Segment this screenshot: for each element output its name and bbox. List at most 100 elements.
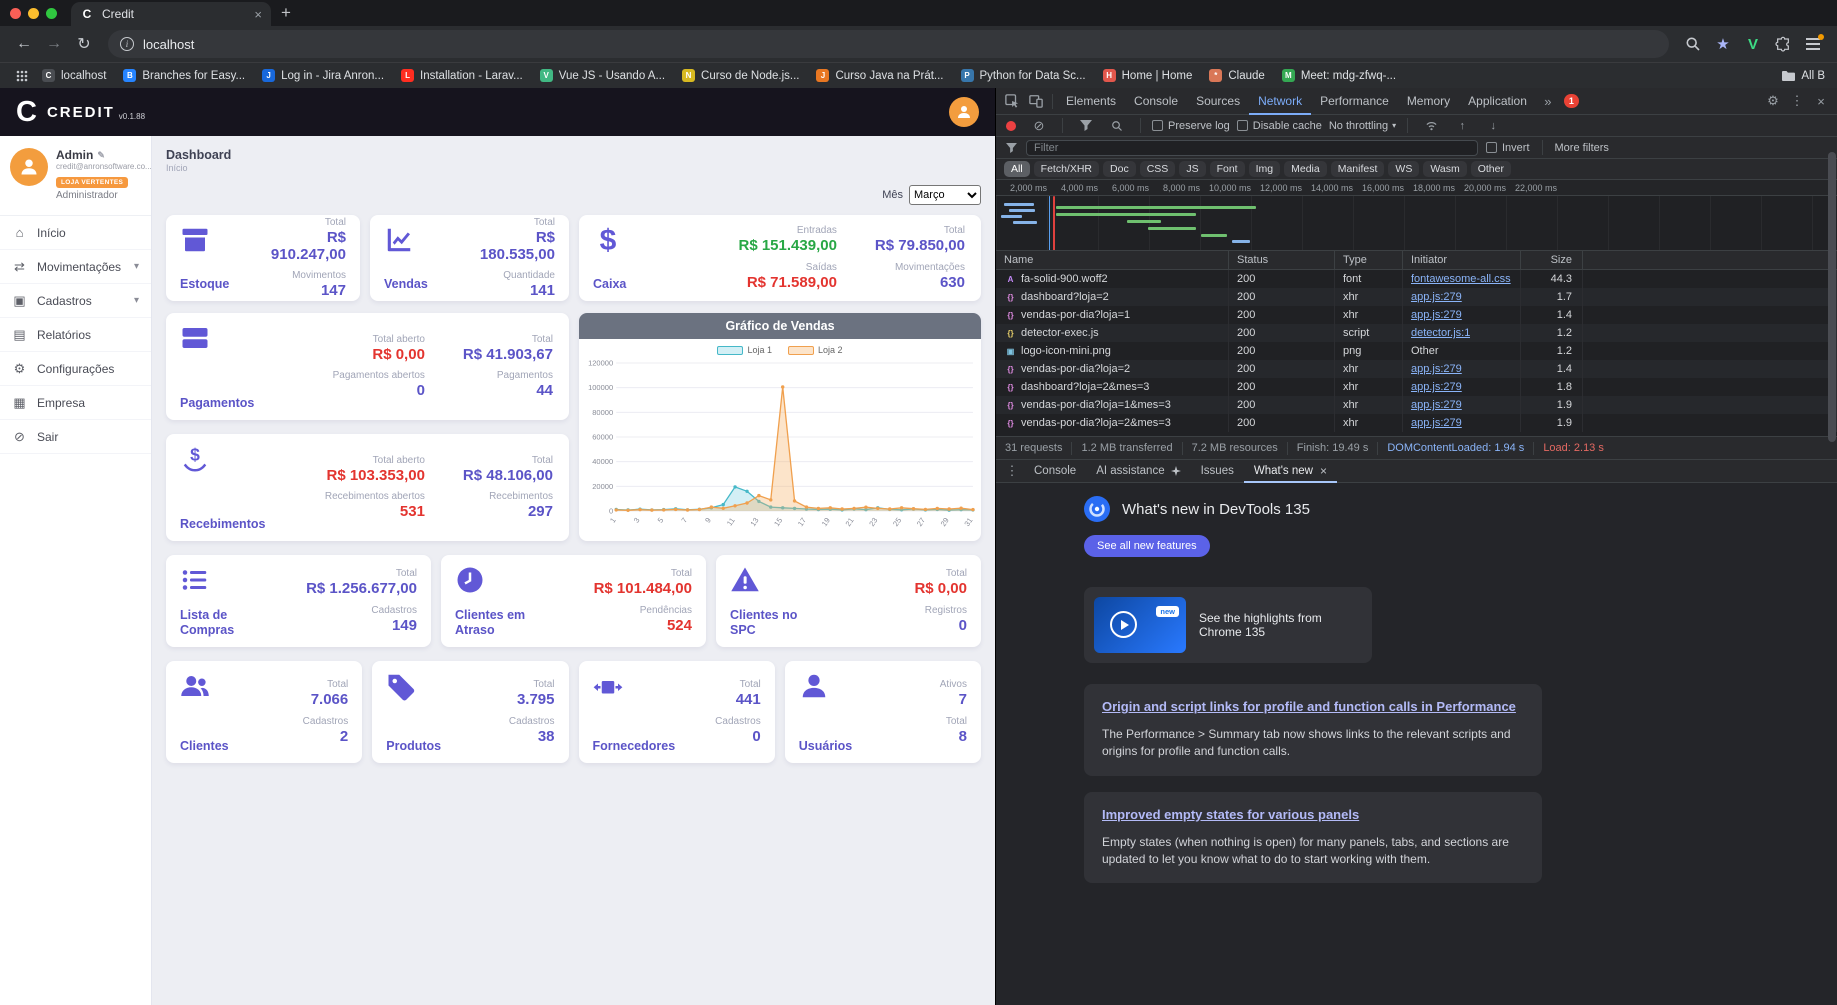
- extensions-puzzle-icon[interactable]: [1769, 30, 1797, 58]
- drawer-tab-console[interactable]: Console: [1024, 459, 1086, 483]
- bookmark-item[interactable]: J Curso Java na Prát...: [816, 69, 944, 82]
- new-tab-button[interactable]: +: [281, 3, 291, 23]
- initiator-link[interactable]: app.js:279: [1411, 381, 1462, 393]
- network-filter-chip[interactable]: Doc: [1103, 161, 1136, 177]
- sidebar-item-relatorios[interactable]: ▤ Relatórios: [0, 318, 151, 352]
- network-request-row[interactable]: {} detector-exec.js 200 script detector.js:1…: [996, 324, 1837, 342]
- devtools-tab-console[interactable]: Console: [1125, 88, 1187, 115]
- scrollbar-thumb[interactable]: [1828, 152, 1836, 442]
- window-close-button[interactable]: [10, 7, 21, 19]
- device-toolbar-icon[interactable]: [1024, 90, 1048, 112]
- devtools-tab-elements[interactable]: Elements: [1057, 88, 1125, 115]
- all-bookmarks-button[interactable]: All B: [1781, 70, 1825, 82]
- bookmark-star-icon[interactable]: ★: [1709, 30, 1737, 58]
- sidebar-item-configuracoes[interactable]: ⚙ Configurações: [0, 352, 151, 386]
- network-column-header[interactable]: Size: [1521, 251, 1583, 269]
- network-request-row[interactable]: {} vendas-por-dia?loja=2 200 xhr app.js:279 1…: [996, 360, 1837, 378]
- browser-tab[interactable]: C Credit ×: [71, 2, 271, 26]
- initiator-link[interactable]: fontawesome-all.css: [1411, 273, 1511, 285]
- network-column-header[interactable]: Type: [1335, 251, 1403, 269]
- site-info-icon[interactable]: i: [120, 37, 134, 51]
- import-har-icon[interactable]: ↑: [1450, 115, 1474, 137]
- network-filter-chip[interactable]: Other: [1470, 161, 1511, 177]
- article-heading-link[interactable]: Improved empty states for various panels: [1102, 807, 1524, 824]
- sidebar-item-cadastros[interactable]: ▣ Cadastros ▾: [0, 284, 151, 318]
- inspect-element-icon[interactable]: [1000, 90, 1024, 112]
- chrome-highlights-card[interactable]: new See the highlights from Chrome 135: [1084, 587, 1372, 663]
- drawer-tab-issues[interactable]: Issues: [1191, 459, 1244, 483]
- initiator-link[interactable]: detector.js:1: [1411, 327, 1470, 339]
- month-select[interactable]: Março: [909, 185, 981, 205]
- bookmark-item[interactable]: N Curso de Node.js...: [682, 69, 799, 82]
- initiator-link[interactable]: app.js:279: [1411, 309, 1462, 321]
- sidebar-item-empresa[interactable]: ▦ Empresa: [0, 386, 151, 420]
- network-overview[interactable]: [996, 196, 1837, 251]
- reload-button[interactable]: ↻: [70, 30, 98, 58]
- forward-button[interactable]: →: [40, 30, 68, 58]
- network-conditions-icon[interactable]: [1419, 115, 1443, 137]
- bookmark-item[interactable]: V Vue JS - Usando A...: [539, 69, 665, 82]
- more-tabs-icon[interactable]: »: [1536, 90, 1560, 112]
- network-request-row[interactable]: {} dashboard?loja=2 200 xhr app.js:279 1.7: [996, 288, 1837, 306]
- initiator-link[interactable]: app.js:279: [1411, 417, 1462, 429]
- header-user-avatar[interactable]: [949, 97, 979, 127]
- zoom-icon[interactable]: [1679, 30, 1707, 58]
- drawer-tab-ai-assistance[interactable]: AI assistance: [1086, 459, 1190, 483]
- filter-funnel-icon[interactable]: [1074, 115, 1098, 137]
- window-minimize-button[interactable]: [28, 7, 39, 19]
- bookmark-item[interactable]: B Branches for Easy...: [123, 69, 245, 82]
- initiator-link[interactable]: app.js:279: [1411, 291, 1462, 303]
- devtools-tab-network[interactable]: Network: [1249, 88, 1311, 115]
- network-filter-chip[interactable]: All: [1004, 161, 1030, 177]
- preserve-log-checkbox[interactable]: Preserve log: [1152, 120, 1230, 132]
- network-filter-chip[interactable]: Media: [1284, 161, 1327, 177]
- network-filter-input[interactable]: [1026, 139, 1478, 156]
- network-filter-chip[interactable]: WS: [1388, 161, 1420, 177]
- network-request-row[interactable]: {} dashboard?loja=2&mes=3 200 xhr app.js:279…: [996, 378, 1837, 396]
- see-all-new-features-button[interactable]: See all new features: [1084, 535, 1210, 557]
- initiator-link[interactable]: app.js:279: [1411, 399, 1462, 411]
- devtools-tab-sources[interactable]: Sources: [1187, 88, 1249, 115]
- initiator-link[interactable]: app.js:279: [1411, 363, 1462, 375]
- sidebar-item-movimentacoes[interactable]: ⇄ Movimentações ▾: [0, 250, 151, 284]
- window-zoom-button[interactable]: [46, 7, 57, 19]
- sidebar-item-sair[interactable]: ⊘ Sair: [0, 420, 151, 454]
- export-har-icon[interactable]: ↓: [1481, 115, 1505, 137]
- drawer-tab-what-s-new[interactable]: What's new ×: [1244, 459, 1337, 483]
- devtools-tab-application[interactable]: Application: [1459, 88, 1536, 115]
- network-request-row[interactable]: Afa-solid-900.woff2 200 font fontawesome-al…: [996, 270, 1837, 288]
- devtools-close-icon[interactable]: ×: [1809, 90, 1833, 112]
- search-icon[interactable]: [1105, 115, 1129, 137]
- throttling-select[interactable]: No throttling ▾: [1329, 120, 1396, 132]
- bookmark-item[interactable]: L Installation - Larav...: [401, 69, 523, 82]
- bookmark-item[interactable]: H Home | Home: [1102, 69, 1192, 82]
- filter-funnel-icon[interactable]: [1004, 137, 1018, 159]
- devtools-tab-memory[interactable]: Memory: [1398, 88, 1459, 115]
- disable-cache-checkbox[interactable]: Disable cache: [1236, 120, 1322, 132]
- close-icon[interactable]: ×: [1320, 464, 1327, 478]
- bookmark-item[interactable]: Clocalhost: [42, 69, 106, 82]
- network-request-row[interactable]: {} vendas-por-dia?loja=2&mes=3 200 xhr app.j…: [996, 414, 1837, 432]
- clear-network-log-icon[interactable]: ⊘: [1027, 115, 1051, 137]
- network-request-row[interactable]: {} vendas-por-dia?loja=1&mes=3 200 xhr app.j…: [996, 396, 1837, 414]
- extension-v-icon[interactable]: V: [1739, 30, 1767, 58]
- network-column-header[interactable]: Status: [1229, 251, 1335, 269]
- bookmark-item[interactable]: J Log in - Jira Anron...: [262, 69, 384, 82]
- drawer-menu-icon[interactable]: ⋮: [1000, 460, 1024, 482]
- devtools-tab-performance[interactable]: Performance: [1311, 88, 1398, 115]
- address-bar[interactable]: i localhost: [108, 30, 1669, 58]
- network-filter-chip[interactable]: Img: [1248, 161, 1281, 177]
- settings-gear-icon[interactable]: ⚙: [1761, 90, 1785, 112]
- bookmark-item[interactable]: M Meet: mdg-zfwq-...: [1281, 69, 1396, 82]
- devtools-menu-icon[interactable]: ⋮: [1785, 90, 1809, 112]
- network-column-header[interactable]: Name: [996, 251, 1229, 269]
- sidebar-item-inicio[interactable]: ⌂ Início: [0, 216, 151, 250]
- network-filter-chip[interactable]: Fetch/XHR: [1033, 161, 1100, 177]
- bookmark-item[interactable]: * Claude: [1209, 69, 1265, 82]
- network-filter-chip[interactable]: Manifest: [1330, 161, 1385, 177]
- network-request-row[interactable]: {} vendas-por-dia?loja=1 200 xhr app.js:279 1…: [996, 306, 1837, 324]
- edit-pencil-icon[interactable]: ✎: [97, 150, 105, 161]
- network-request-row[interactable]: ▣ logo-icon-mini.png 200 png Other 1.2: [996, 342, 1837, 360]
- error-count-badge[interactable]: 1: [1563, 94, 1579, 108]
- user-avatar[interactable]: [10, 148, 48, 186]
